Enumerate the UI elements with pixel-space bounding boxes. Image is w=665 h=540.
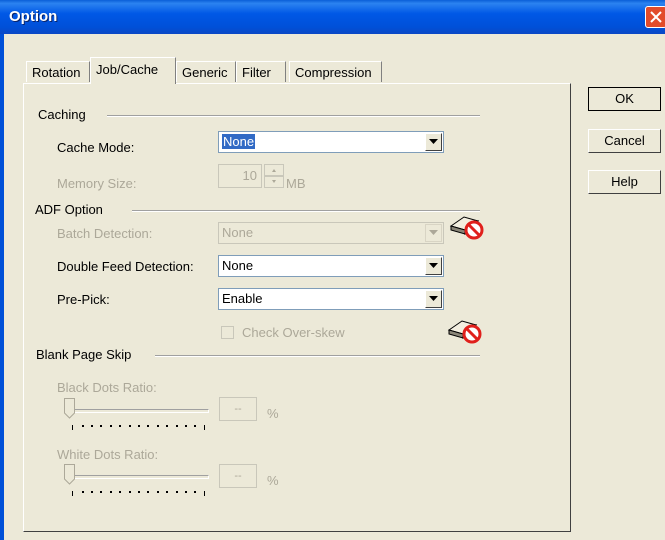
- black-dots-slider-thumb[interactable]: [64, 398, 75, 419]
- caching-group-label: Caching: [38, 107, 86, 122]
- tab-compression[interactable]: Compression: [289, 61, 382, 82]
- batch-detection-value: None: [222, 225, 254, 240]
- chevron-down-icon: [272, 180, 276, 183]
- memory-unit-label: MB: [286, 176, 306, 191]
- chevron-down-icon: [429, 296, 438, 301]
- scanner-prohibited-icon: [447, 320, 482, 344]
- white-dots-percent: %: [267, 473, 279, 488]
- black-dots-ratio-field[interactable]: --: [219, 397, 257, 421]
- batch-detection-label: Batch Detection:: [57, 226, 153, 241]
- white-dots-slider-track: [66, 475, 209, 479]
- white-dots-slider-thumb[interactable]: [64, 464, 75, 485]
- white-dots-ratio-field[interactable]: --: [219, 464, 257, 488]
- black-dots-percent: %: [267, 406, 279, 421]
- white-dots-label: White Dots Ratio:: [57, 447, 159, 462]
- cache-mode-dropdown-button[interactable]: [425, 133, 442, 151]
- double-feed-dropdown-button[interactable]: [425, 257, 442, 275]
- cancel-button[interactable]: Cancel: [588, 129, 661, 153]
- tab-generic[interactable]: Generic: [176, 61, 236, 82]
- spin-down-button[interactable]: [264, 176, 284, 188]
- ok-button[interactable]: OK: [588, 87, 661, 111]
- double-feed-select[interactable]: None: [218, 255, 444, 277]
- window-title: Option: [9, 8, 58, 25]
- scanner-prohibited-icon: [449, 216, 484, 240]
- cache-mode-value: None: [222, 134, 256, 149]
- batch-detection-select[interactable]: None: [218, 222, 444, 244]
- white-dots-slider-ticks: [72, 491, 207, 496]
- help-button[interactable]: Help: [588, 170, 661, 194]
- black-dots-slider-track: [66, 409, 209, 413]
- memory-size-spinner[interactable]: [264, 164, 284, 188]
- title-bar: Option: [0, 0, 665, 34]
- close-button[interactable]: [645, 6, 665, 28]
- pre-pick-select[interactable]: Enable: [218, 288, 444, 310]
- window-frame: [0, 34, 4, 540]
- double-feed-value: None: [222, 258, 254, 273]
- pre-pick-dropdown-button[interactable]: [425, 290, 442, 308]
- pre-pick-label: Pre-Pick:: [57, 292, 110, 307]
- cache-mode-label: Cache Mode:: [57, 140, 135, 155]
- memory-size-field[interactable]: 10: [218, 164, 262, 188]
- memory-size-label: Memory Size:: [57, 176, 137, 191]
- tab-filter[interactable]: Filter: [236, 61, 286, 82]
- cache-mode-select[interactable]: None: [218, 131, 444, 153]
- chevron-down-icon: [429, 139, 438, 144]
- batch-detection-dropdown-button[interactable]: [425, 224, 442, 242]
- option-dialog: Option Rotation Job/Cache Generic Filter…: [0, 0, 665, 540]
- memory-size-value: 10: [242, 168, 257, 183]
- tab-rotation[interactable]: Rotation: [26, 61, 90, 82]
- blank-page-divider: [155, 355, 480, 357]
- adf-divider: [132, 210, 480, 212]
- adf-group-label: ADF Option: [35, 202, 103, 217]
- double-feed-label: Double Feed Detection:: [57, 259, 194, 274]
- spin-up-button[interactable]: [264, 164, 284, 176]
- pre-pick-value: Enable: [222, 291, 263, 306]
- check-overskew-label: Check Over-skew: [242, 325, 345, 340]
- chevron-up-icon: [272, 169, 276, 172]
- caching-divider: [107, 115, 480, 117]
- tab-job-cache[interactable]: Job/Cache: [90, 57, 176, 84]
- black-dots-label: Black Dots Ratio:: [57, 380, 157, 395]
- chevron-down-icon: [429, 263, 438, 268]
- close-icon: [650, 11, 662, 23]
- blank-page-group-label: Blank Page Skip: [36, 347, 132, 362]
- check-overskew-checkbox[interactable]: [221, 326, 234, 339]
- black-dots-slider-ticks: [72, 425, 207, 430]
- chevron-down-icon: [429, 230, 438, 235]
